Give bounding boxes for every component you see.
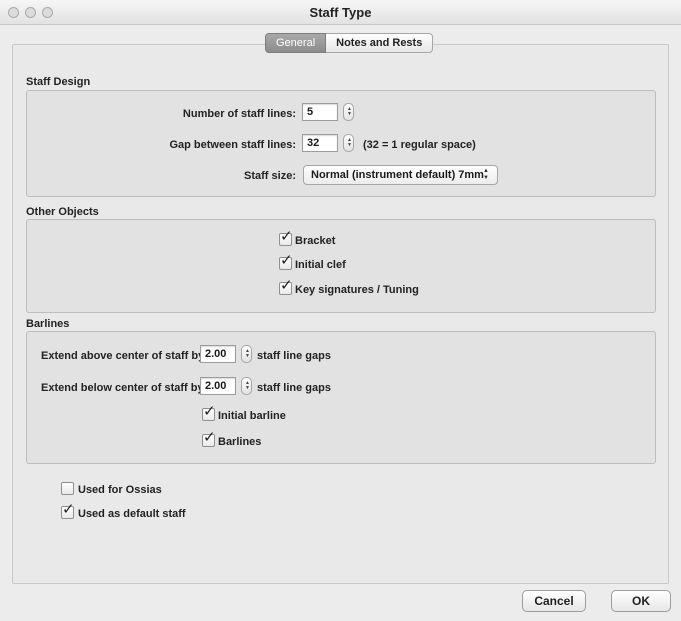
checkmark-icon: ✓ <box>203 403 216 420</box>
checkmark-icon: ✓ <box>280 228 293 245</box>
extend-below-field[interactable]: 2.00 <box>200 377 236 395</box>
tab-notes-and-rests[interactable]: Notes and Rests <box>326 33 434 53</box>
initial-clef-checkbox[interactable]: ✓ <box>279 253 293 270</box>
cancel-button[interactable]: Cancel <box>522 590 586 612</box>
checkmark-icon: ✓ <box>203 429 216 446</box>
used-for-ossias-label: Used for Ossias <box>78 484 162 496</box>
staff-size-popup[interactable]: Normal (instrument default) 7mm ▲ ▼ <box>303 165 498 185</box>
checkmark-icon: ✓ <box>280 252 293 269</box>
used-for-ossias-checkbox[interactable] <box>61 482 74 495</box>
num-staff-lines-stepper[interactable]: ▲ ▼ <box>343 103 354 121</box>
bracket-checkbox[interactable]: ✓ <box>279 229 293 246</box>
window-title: Staff Type <box>309 5 372 20</box>
extend-below-stepper[interactable]: ▲ ▼ <box>241 377 252 395</box>
popup-arrows-icon: ▲ ▼ <box>483 168 489 181</box>
title-bar: Staff Type <box>0 0 681 25</box>
extend-above-label: Extend above center of staff by <box>41 350 205 362</box>
extend-below-unit: staff line gaps <box>257 382 331 394</box>
other-objects-heading: Other Objects <box>26 206 99 218</box>
num-staff-lines-label: Number of staff lines: <box>182 108 296 120</box>
barlines-heading: Barlines <box>26 318 70 330</box>
used-as-default-label: Used as default staff <box>78 508 186 520</box>
gap-between-lines-field[interactable]: 32 <box>302 134 338 152</box>
extend-below-label: Extend below center of staff by <box>41 382 204 394</box>
extend-above-stepper[interactable]: ▲ ▼ <box>241 345 252 363</box>
bracket-label: Bracket <box>295 235 336 247</box>
key-signatures-checkbox[interactable]: ✓ <box>279 278 293 295</box>
staff-size-value: Normal (instrument default) 7mm <box>311 169 484 181</box>
key-signatures-label: Key signatures / Tuning <box>295 284 419 296</box>
used-as-default-checkbox[interactable]: ✓ <box>61 502 75 519</box>
gap-note: (32 = 1 regular space) <box>363 139 476 151</box>
ok-button[interactable]: OK <box>611 590 671 612</box>
stepper-down-icon: ▼ <box>347 142 352 148</box>
num-staff-lines-field[interactable]: 5 <box>302 103 338 121</box>
extend-above-unit: staff line gaps <box>257 350 331 362</box>
staff-type-dialog: Staff Type General Notes and Rests Staff… <box>0 0 681 621</box>
gap-between-lines-stepper[interactable]: ▲ ▼ <box>343 134 354 152</box>
initial-clef-label: Initial clef <box>295 259 346 271</box>
barlines-checkbox[interactable]: ✓ <box>202 430 216 447</box>
barlines-label: Barlines <box>218 436 262 448</box>
initial-barline-checkbox[interactable]: ✓ <box>202 404 216 421</box>
tab-general[interactable]: General <box>265 33 327 53</box>
staff-design-heading: Staff Design <box>26 76 91 88</box>
gap-between-lines-label: Gap between staff lines: <box>169 139 296 151</box>
staff-size-label: Staff size: <box>244 170 296 182</box>
checkmark-icon: ✓ <box>280 277 293 294</box>
initial-barline-label: Initial barline <box>218 410 286 422</box>
stepper-down-icon: ▼ <box>245 353 250 359</box>
tab-bar: General Notes and Rests <box>265 33 434 54</box>
checkmark-icon: ✓ <box>62 501 75 518</box>
extend-above-field[interactable]: 2.00 <box>200 345 236 363</box>
stepper-down-icon: ▼ <box>245 385 250 391</box>
stepper-down-icon: ▼ <box>347 111 352 117</box>
